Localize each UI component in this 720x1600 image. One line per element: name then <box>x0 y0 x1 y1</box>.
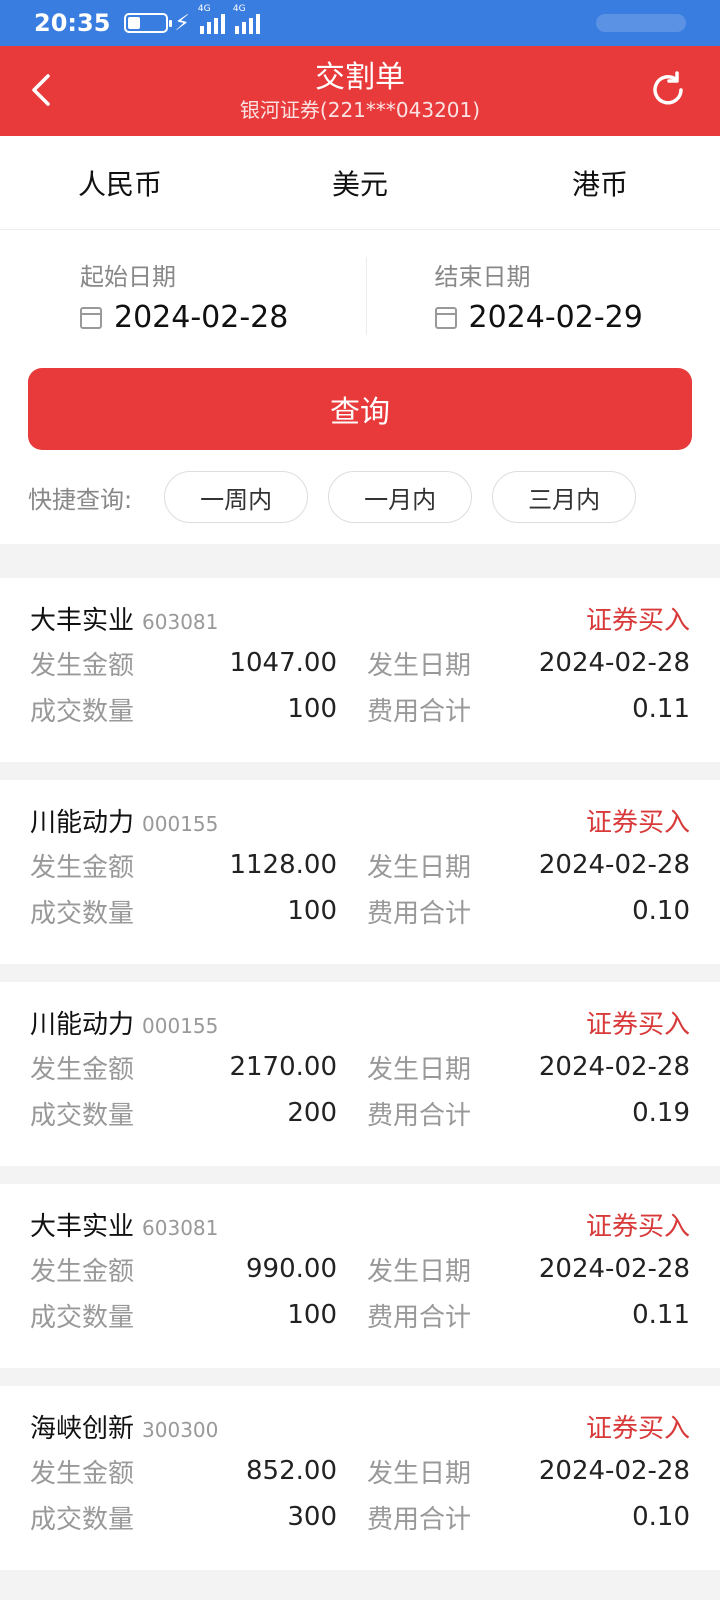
amount-value: 1128.00 <box>229 850 337 880</box>
list-item[interactable]: 大丰实业 603081 证券买入 发生金额 990.00 发生日期 2024-0… <box>0 1184 720 1368</box>
list-item[interactable]: 海峡创新 300300 证券买入 发生金额 852.00 发生日期 2024-0… <box>0 1386 720 1570</box>
stock-name: 川能动力 <box>30 1010 135 1040</box>
refresh-icon[interactable] <box>648 70 688 110</box>
stock-code: 603081 <box>142 1216 219 1240</box>
fee-label: 费用合计 <box>367 1504 472 1535</box>
quick-week-button[interactable]: 一周内 <box>164 471 309 523</box>
date-value: 2024-02-28 <box>538 850 690 880</box>
record-list: 大丰实业 603081 证券买入 发生金额 1047.00 发生日期 2024-… <box>0 578 720 1570</box>
amount-label: 发生金额 <box>30 650 135 681</box>
quick-query-label: 快捷查询: <box>28 485 133 514</box>
qty-label: 成交数量 <box>30 1504 135 1535</box>
trade-type: 证券买入 <box>585 1414 690 1444</box>
date-value: 2024-02-28 <box>538 1052 690 1082</box>
date-range: 起始日期 2024-02-28 结束日期 2024-02-29 <box>0 230 720 362</box>
qty-value: 300 <box>287 1502 337 1532</box>
quick-month-button[interactable]: 一月内 <box>328 471 473 523</box>
signal-icon-2: 4G <box>233 4 260 34</box>
tab-rmb[interactable]: 人民币 <box>0 163 240 203</box>
list-item[interactable]: 川能动力 000155 证券买入 发生金额 1128.00 发生日期 2024-… <box>0 780 720 964</box>
amount-label: 发生金额 <box>30 1458 135 1489</box>
back-icon[interactable] <box>24 70 64 110</box>
list-item[interactable]: 大丰实业 603081 证券买入 发生金额 1047.00 发生日期 2024-… <box>0 578 720 762</box>
battery-icon <box>124 13 173 33</box>
list-item[interactable]: 川能动力 000155 证券买入 发生金额 2170.00 发生日期 2024-… <box>0 982 720 1166</box>
stock-code: 000155 <box>142 1014 219 1038</box>
signal-icon: 4G <box>198 4 225 34</box>
trade-type: 证券买入 <box>585 1212 690 1242</box>
status-blurred-area <box>596 14 686 32</box>
qty-value: 100 <box>287 896 337 926</box>
calendar-icon <box>80 306 102 329</box>
date-value: 2024-02-28 <box>538 648 690 678</box>
date-value: 2024-02-28 <box>538 1456 690 1486</box>
amount-value: 852.00 <box>246 1456 337 1486</box>
stock-code: 300300 <box>142 1418 219 1442</box>
qty-value: 100 <box>287 694 337 724</box>
fee-label: 费用合计 <box>367 898 472 929</box>
qty-value: 200 <box>287 1098 337 1128</box>
query-button[interactable]: 查询 <box>28 368 692 450</box>
fee-value: 0.10 <box>632 1502 690 1532</box>
date-label: 发生日期 <box>367 1054 472 1085</box>
fee-label: 费用合计 <box>367 1302 472 1333</box>
date-value: 2024-02-28 <box>538 1254 690 1284</box>
date-label: 发生日期 <box>367 1458 472 1489</box>
amount-label: 发生金额 <box>30 1256 135 1287</box>
fee-value: 0.11 <box>632 694 690 724</box>
charging-icon: ⚡ <box>174 10 190 36</box>
date-label: 发生日期 <box>367 650 472 681</box>
date-label: 发生日期 <box>367 1256 472 1287</box>
start-date-picker[interactable]: 起始日期 2024-02-28 <box>0 257 366 335</box>
qty-label: 成交数量 <box>30 1302 135 1333</box>
end-date-label: 结束日期 <box>434 263 531 291</box>
start-date-label: 起始日期 <box>80 263 176 291</box>
trade-type: 证券买入 <box>585 606 690 636</box>
calendar-icon <box>434 306 457 329</box>
fee-value: 0.19 <box>632 1098 690 1128</box>
start-date-value: 2024-02-28 <box>114 300 289 335</box>
stock-name: 川能动力 <box>30 808 135 838</box>
stock-name: 大丰实业 <box>30 1212 135 1242</box>
qty-value: 100 <box>287 1300 337 1330</box>
amount-value: 1047.00 <box>229 648 337 678</box>
quick-three-months-button[interactable]: 三月内 <box>492 471 637 523</box>
page-title: 交割单 <box>315 60 405 95</box>
quick-query: 快捷查询: 一周内 一月内 三月内 <box>0 450 720 544</box>
stock-code: 000155 <box>142 812 219 836</box>
currency-tabs: 人民币 美元 港币 <box>0 136 720 230</box>
app-header: 交割单 银河证券(221***043201) <box>0 46 720 136</box>
fee-value: 0.11 <box>632 1300 690 1330</box>
end-date-value: 2024-02-29 <box>468 300 643 335</box>
fee-label: 费用合计 <box>367 1100 472 1131</box>
amount-label: 发生金额 <box>30 1054 135 1085</box>
date-label: 发生日期 <box>367 852 472 883</box>
amount-label: 发生金额 <box>30 852 135 883</box>
trade-type: 证券买入 <box>585 1010 690 1040</box>
amount-value: 2170.00 <box>229 1052 337 1082</box>
end-date-picker[interactable]: 结束日期 2024-02-29 <box>365 257 720 335</box>
status-time: 20:35 <box>34 9 111 37</box>
amount-value: 990.00 <box>246 1254 337 1284</box>
trade-type: 证券买入 <box>585 808 690 838</box>
stock-name: 海峡创新 <box>30 1414 135 1444</box>
tab-usd[interactable]: 美元 <box>240 163 480 203</box>
qty-label: 成交数量 <box>30 1100 135 1131</box>
qty-label: 成交数量 <box>30 696 135 727</box>
stock-name: 大丰实业 <box>30 606 135 636</box>
account-subtitle: 银河证券(221***043201) <box>239 98 481 122</box>
fee-value: 0.10 <box>632 896 690 926</box>
tab-hkd[interactable]: 港币 <box>480 163 720 203</box>
status-bar: 20:35 ⚡ 4G 4G <box>0 0 720 46</box>
fee-label: 费用合计 <box>367 696 472 727</box>
stock-code: 603081 <box>142 610 219 634</box>
qty-label: 成交数量 <box>30 898 135 929</box>
